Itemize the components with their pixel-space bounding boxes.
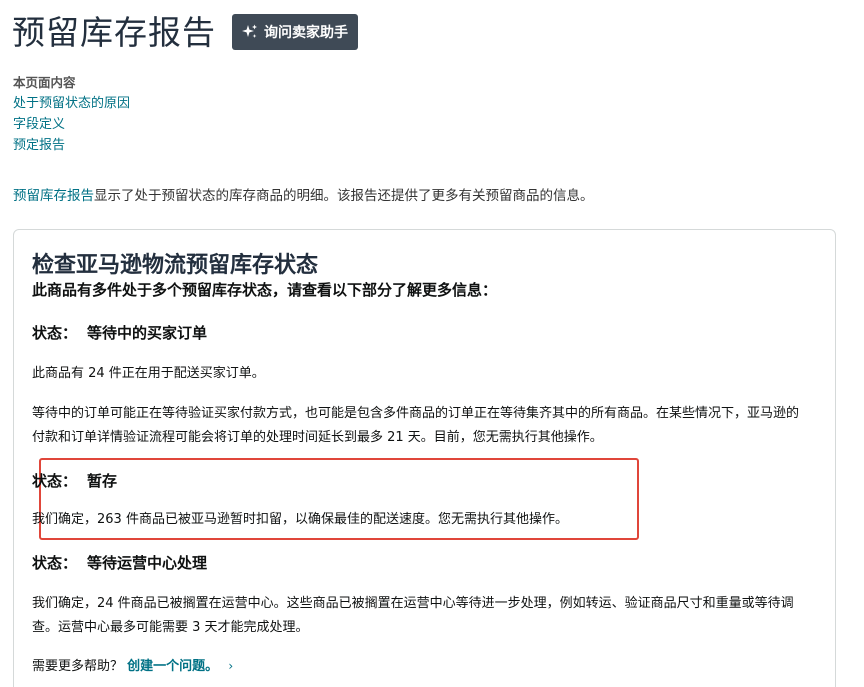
- pending-orders-explanation: 等待中的订单可能正在等待验证买家付款方式，也可能是包含多件商品的订单正在等待集齐…: [32, 406, 800, 445]
- help-text: 需要更多帮助？: [32, 659, 124, 674]
- card-subtitle: 此商品有多件处于多个预留库存状态，请查看以下部分了解更多信息：: [32, 281, 498, 299]
- status-value: 等待中的买家订单: [87, 324, 208, 342]
- reserved-inventory-report-link[interactable]: 预留库存报告: [13, 188, 94, 204]
- sparkle-icon: [242, 24, 258, 40]
- help-line: 需要更多帮助？ 创建一个问题。 ›: [32, 655, 233, 674]
- fc-processing-explanation: 我们确定，24 件商品已被搁置在运营中心。这些商品已被搁置在运营中心等待进一步处…: [32, 596, 794, 635]
- intro-paragraph: 预留库存报告显示了处于预留状态的库存商品的明细。该报告还提供了更多有关预留商品的…: [13, 184, 594, 204]
- toc-link-field-definitions[interactable]: 字段定义: [13, 114, 130, 135]
- toc-link-schedule-report[interactable]: 预定报告: [13, 135, 130, 156]
- pending-orders-count-text: 此商品有 24 件正在用于配送买家订单。: [32, 366, 265, 381]
- create-case-link[interactable]: 创建一个问题。: [127, 659, 218, 674]
- status-heading-fc-processing: 状态： 等待运营中心处理: [32, 552, 207, 573]
- status-label: 状态：: [32, 324, 78, 342]
- status-value: 等待运营中心处理: [87, 554, 208, 572]
- status-label: 状态：: [32, 472, 78, 490]
- ask-seller-assistant-button[interactable]: 询问卖家助手: [232, 14, 358, 50]
- status-label: 状态：: [32, 554, 78, 572]
- toc-link-reserved-reasons[interactable]: 处于预留状态的原因: [13, 93, 130, 114]
- table-of-contents: 本页面内容 处于预留状态的原因 字段定义 预定报告: [13, 72, 130, 156]
- page-title: 预留库存报告: [12, 13, 216, 52]
- status-heading-pending-orders: 状态： 等待中的买家订单: [32, 322, 207, 343]
- chevron-right-icon: ›: [228, 659, 234, 673]
- staging-explanation: 我们确定，263 件商品已被亚马逊暂时扣留，以确保最佳的配送速度。您无需执行其他…: [32, 512, 568, 527]
- status-value: 暂存: [87, 472, 118, 490]
- intro-text: 显示了处于预留状态的库存商品的明细。该报告还提供了更多有关预留商品的信息。: [94, 188, 594, 204]
- reserved-status-card: 检查亚马逊物流预留库存状态 此商品有多件处于多个预留库存状态，请查看以下部分了解…: [13, 229, 836, 687]
- page-header: 预留库存报告 询问卖家助手: [12, 6, 358, 54]
- card-title: 检查亚马逊物流预留库存状态: [32, 253, 319, 278]
- status-heading-staging: 状态： 暂存: [32, 470, 117, 491]
- page: 预留库存报告 询问卖家助手 本页面内容 处于预留状态的原因 字段定义 预定报告 …: [0, 0, 864, 687]
- toc-heading: 本页面内容: [13, 75, 76, 90]
- ask-seller-assistant-label: 询问卖家助手: [264, 25, 348, 41]
